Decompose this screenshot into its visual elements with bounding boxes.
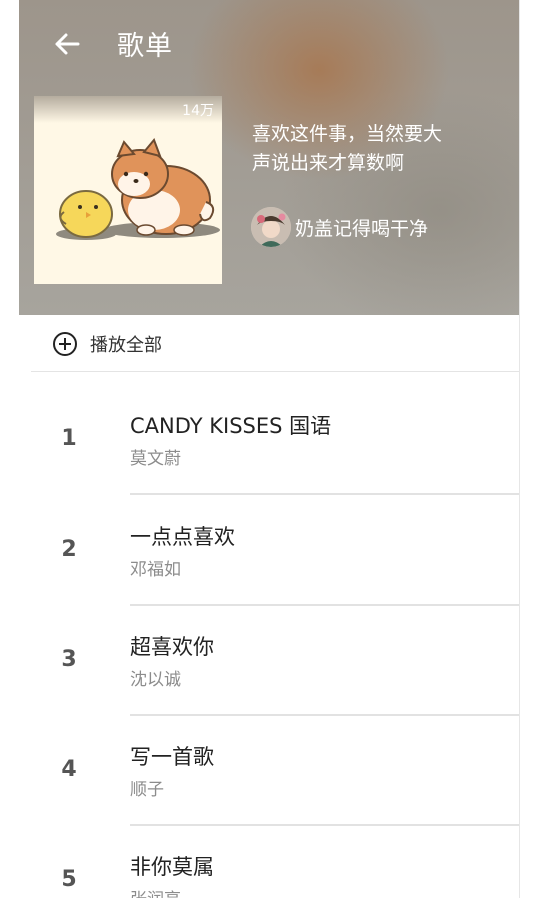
song-row[interactable]: 5 非你莫属 张润亮 (19, 825, 519, 898)
playlist-header: 歌单 14万 喜欢这件事，当然要大 声说出来才算数啊 奶盖记得喝干净 (19, 0, 519, 315)
song-artist: 邓福如 (130, 560, 181, 580)
song-title: CANDY KISSES 国语 (130, 414, 332, 438)
song-index: 5 (61, 867, 77, 892)
play-count-badge: 14万 (34, 96, 222, 123)
song-row[interactable]: 2 一点点喜欢 邓福如 (19, 495, 519, 606)
song-title: 一点点喜欢 (130, 525, 235, 549)
song-title: 非你莫属 (130, 855, 214, 879)
description-line: 声说出来才算数啊 (252, 152, 405, 174)
song-index: 2 (61, 537, 77, 562)
add-circle-icon (53, 332, 77, 356)
song-row[interactable]: 4 写一首歌 顺子 (19, 715, 519, 826)
song-artist: 莫文蔚 (130, 449, 181, 469)
description-line: 喜欢这件事，当然要大 (252, 123, 443, 145)
song-row[interactable]: 3 超喜欢你 沈以诚 (19, 605, 519, 716)
song-artist: 沈以诚 (130, 670, 181, 690)
divider (519, 0, 520, 898)
play-all-label: 播放全部 (90, 335, 162, 356)
page-title: 歌单 (117, 31, 173, 62)
song-index: 4 (61, 757, 77, 782)
creator-name: 奶盖记得喝干净 (295, 217, 429, 240)
song-title: 超喜欢你 (130, 635, 214, 659)
creator-info[interactable]: 奶盖记得喝干净 (251, 207, 428, 247)
play-all-button[interactable]: 播放全部 (52, 330, 162, 358)
song-index: 1 (61, 426, 77, 451)
avatar[interactable] (251, 207, 291, 247)
cover-illustration (34, 96, 222, 284)
playlist-cover[interactable]: 14万 (34, 96, 222, 284)
song-row[interactable]: 1 CANDY KISSES 国语 莫文蔚 (19, 384, 519, 495)
song-index: 3 (61, 647, 77, 672)
song-title: 写一首歌 (130, 745, 214, 769)
song-artist: 顺子 (130, 780, 164, 800)
play-count: 14万 (182, 103, 214, 119)
playlist-screen: 歌单 14万 喜欢这件事，当然要大 声说出来才算数啊 奶盖记得喝干净 播放全部 … (19, 0, 519, 898)
playlist-description[interactable]: 喜欢这件事，当然要大 声说出来才算数啊 (252, 120, 492, 178)
song-artist: 张润亮 (130, 885, 181, 898)
divider (31, 371, 519, 372)
back-arrow-icon[interactable] (53, 30, 81, 58)
